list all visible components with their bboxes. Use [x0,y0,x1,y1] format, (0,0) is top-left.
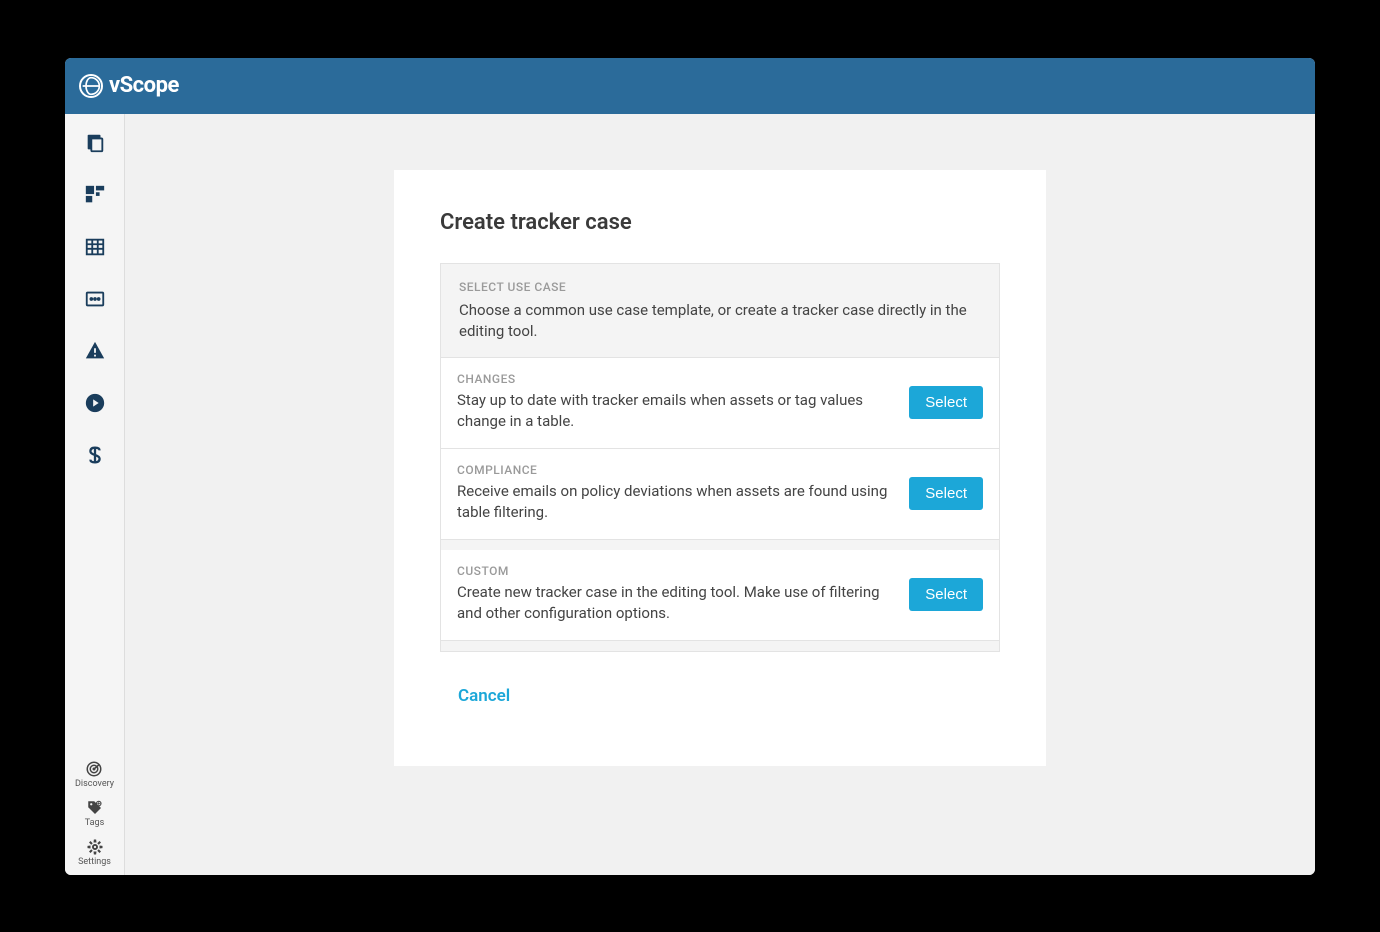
sidebar-item-tags[interactable]: Tags [85,799,104,828]
terminal-icon[interactable] [84,288,106,310]
globe-icon [79,74,103,98]
cancel-link[interactable]: Cancel [458,686,510,706]
gear-icon [86,838,104,856]
content-area: Create tracker case SELECT USE CASE Choo… [125,114,1315,875]
case-content: CHANGES Stay up to date with tracker ema… [457,372,893,432]
app-name: vScope [109,73,179,98]
sidebar-top [65,132,124,760]
sidebar-label-tags: Tags [85,818,104,828]
case-label-compliance: COMPLIANCE [457,463,893,477]
play-icon[interactable] [84,392,106,414]
header-bar: vScope [65,58,1315,114]
case-desc-custom: Create new tracker case in the editing t… [457,582,893,624]
sidebar-label-settings: Settings [78,857,111,867]
app-window: vScope [65,58,1315,875]
case-content: CUSTOM Create new tracker case in the ed… [457,564,893,624]
select-custom-button[interactable]: Select [909,578,983,611]
case-compliance: COMPLIANCE Receive emails on policy devi… [440,449,1000,540]
radar-icon [85,760,103,778]
sidebar-item-discovery[interactable]: Discovery [75,760,114,789]
usecase-header: SELECT USE CASE Choose a common use case… [441,280,999,358]
case-desc-changes: Stay up to date with tracker emails when… [457,390,893,432]
select-compliance-button[interactable]: Select [909,477,983,510]
sidebar-bottom: Discovery Tags Settings [65,760,124,875]
usecase-box: SELECT USE CASE Choose a common use case… [440,263,1000,653]
select-changes-button[interactable]: Select [909,386,983,419]
case-desc-compliance: Receive emails on policy deviations when… [457,481,893,523]
section-desc: Choose a common use case template, or cr… [459,300,981,344]
section-label: SELECT USE CASE [459,280,981,294]
tags-icon [86,799,104,817]
documents-icon[interactable] [84,132,106,154]
case-label-custom: CUSTOM [457,564,893,578]
alert-icon[interactable] [84,340,106,362]
case-custom: CUSTOM Create new tracker case in the ed… [440,550,1000,641]
dashboard-icon[interactable] [84,184,106,206]
case-label-changes: CHANGES [457,372,893,386]
logo[interactable]: vScope [79,73,179,98]
dollar-icon[interactable] [84,444,106,466]
create-tracker-panel: Create tracker case SELECT USE CASE Choo… [394,170,1046,767]
panel-title: Create tracker case [440,210,1000,235]
case-changes: CHANGES Stay up to date with tracker ema… [440,357,1000,449]
main-area: Discovery Tags Settings Create t [65,114,1315,875]
case-content: COMPLIANCE Receive emails on policy devi… [457,463,893,523]
sidebar-item-settings[interactable]: Settings [78,838,111,867]
sidebar: Discovery Tags Settings [65,114,125,875]
table-icon[interactable] [84,236,106,258]
sidebar-label-discovery: Discovery [75,779,114,789]
